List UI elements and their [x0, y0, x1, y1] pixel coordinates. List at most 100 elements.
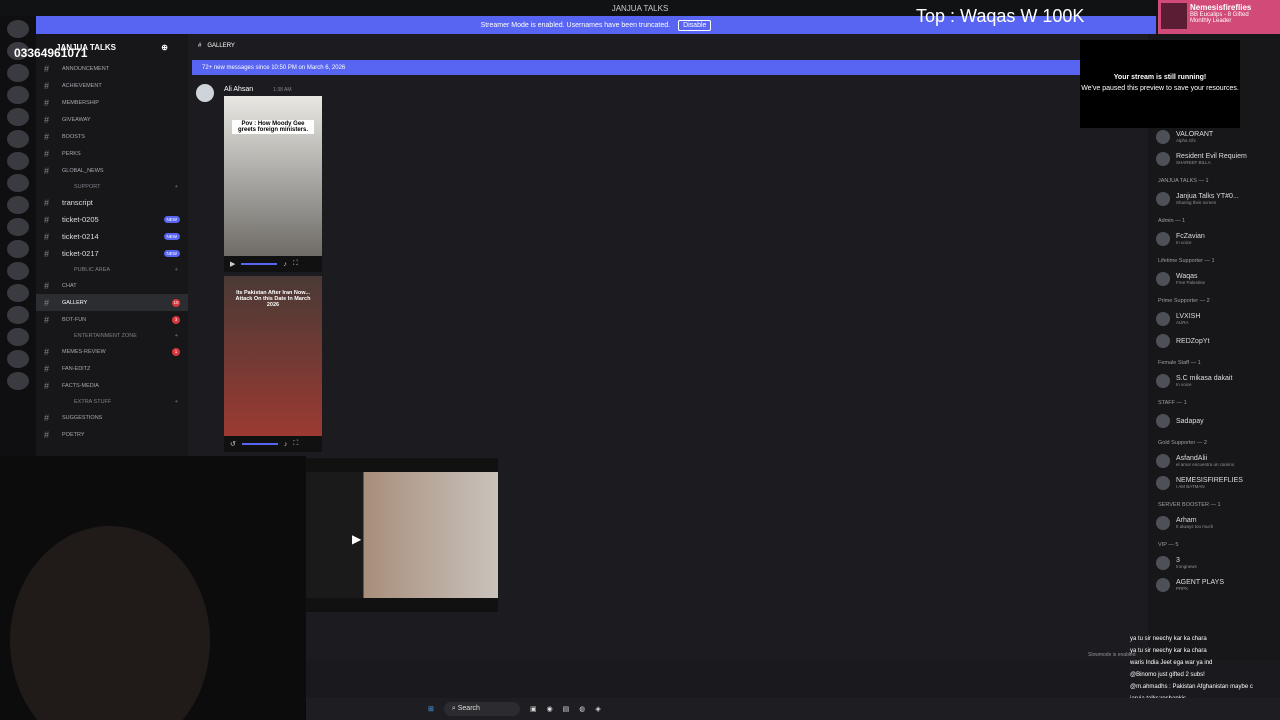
replay-icon[interactable]: ↺ [230, 440, 236, 448]
channel-item[interactable]: # transcript [36, 194, 188, 211]
video-controls[interactable]: ▶ ♪ ⛶ [224, 256, 322, 272]
server-icon[interactable] [7, 350, 29, 368]
member-item[interactable]: Resident Evil Requiem SHAREEF BILLA [1148, 148, 1280, 170]
taskbar-app-icon[interactable]: ◉ [547, 705, 553, 713]
member-item[interactable]: Arham It always too much [1148, 512, 1280, 534]
channel-item[interactable]: # BOOSTS [36, 128, 188, 145]
hash-icon: # [44, 412, 50, 423]
channel-item[interactable]: # GALLERY 10 [36, 294, 188, 311]
hash-icon: # [44, 214, 50, 225]
member-item[interactable]: Waqas Free Palestine [1148, 268, 1280, 290]
server-icon[interactable] [7, 86, 29, 104]
server-icon[interactable] [7, 306, 29, 324]
taskbar-app-icon[interactable]: ◈ [595, 705, 600, 713]
member-name: Janjua Talks YT#0... [1176, 193, 1239, 200]
server-icon[interactable] [7, 130, 29, 148]
fullscreen-icon[interactable]: ⛶ [293, 440, 298, 448]
video-attachment[interactable]: Its Pakistan After Iran Now... Attack On… [224, 276, 322, 452]
channel-item[interactable]: # BOT-FUN 3 [36, 311, 188, 328]
hash-icon: # [44, 80, 50, 91]
channel-label: ticket-0217 [62, 249, 99, 258]
taskbar-app-icon[interactable]: ◍ [579, 705, 585, 713]
video-attachment[interactable]: ▶ [306, 458, 498, 612]
server-icon[interactable] [7, 64, 29, 82]
add-member-icon[interactable]: ⊕ [161, 43, 168, 52]
avatar[interactable] [196, 84, 214, 102]
member-item[interactable]: LVXISH AURA [1148, 308, 1280, 330]
channel-item[interactable]: # ticket-0214 NEW [36, 228, 188, 245]
member-item[interactable]: Janjua Talks YT#0... Sharing their screen [1148, 188, 1280, 210]
volume-icon[interactable]: ♪ [283, 261, 287, 268]
channel-item[interactable]: # MEMES-REVIEW 1 [36, 343, 188, 360]
server-icon[interactable] [7, 20, 29, 38]
add-channel-icon[interactable]: + [175, 333, 178, 339]
channel-item[interactable]: # FAN-EDITZ [36, 360, 188, 377]
channel-item[interactable]: # ticket-0217 NEW [36, 245, 188, 262]
channel-item[interactable]: # CHAT [36, 277, 188, 294]
taskbar-search[interactable]: ⌕ Search [443, 702, 520, 716]
server-icon[interactable] [7, 218, 29, 236]
server-icon[interactable] [7, 284, 29, 302]
member-item[interactable]: S.C mikasa dakait In voice [1148, 370, 1280, 392]
stream-chat-line: waris India Jeet ega war ya ind [1130, 660, 1213, 666]
channel-item[interactable]: # ACHIEVEMENT [36, 77, 188, 94]
seek-bar[interactable] [241, 263, 278, 265]
play-icon[interactable]: ▶ [230, 260, 235, 268]
server-icon[interactable] [7, 372, 29, 390]
alert-name: Nemesisfireflies [1190, 3, 1252, 12]
member-item[interactable]: AsfandAlii el amor encuentra un camino [1148, 450, 1280, 472]
member-item[interactable]: 3 Irongnews [1148, 552, 1280, 574]
channel-item[interactable]: # GLOBAL_NEWS [36, 162, 188, 179]
mention-badge: 10 [172, 298, 180, 307]
channel-item[interactable]: # GIVEAWAY [36, 111, 188, 128]
hash-icon: # [44, 280, 50, 291]
channel-category[interactable]: SUPPORT + [36, 179, 188, 194]
channel-label: BOT-FUN [62, 316, 87, 323]
fullscreen-icon[interactable]: ⛶ [293, 260, 298, 268]
hash-icon: # [198, 43, 202, 49]
channel-item[interactable]: # PERKS [36, 145, 188, 162]
channel-item[interactable]: # MEMBERSHIP [36, 94, 188, 111]
member-item[interactable]: Sadapay [1148, 410, 1280, 432]
video-controls[interactable]: ↺ ♪ ⛶ [224, 436, 322, 452]
windows-start-icon[interactable]: ⊞ [428, 705, 434, 713]
add-channel-icon[interactable]: + [175, 399, 178, 405]
server-icon[interactable] [7, 152, 29, 170]
seek-bar[interactable] [241, 443, 278, 445]
taskbar-app-icon[interactable]: ▣ [530, 705, 537, 713]
channel-item[interactable]: # ANNOUNCEMENT [36, 60, 188, 77]
author-name[interactable]: Ali Ahsan [224, 86, 253, 93]
server-icon[interactable] [7, 108, 29, 126]
hash-icon: # [44, 165, 50, 176]
channel-item[interactable]: # SUGGESTIONS [36, 409, 188, 426]
disable-button[interactable]: Disable [678, 19, 712, 31]
add-channel-icon[interactable]: + [175, 267, 178, 273]
category-label: ENTERTAINMENT ZONE [74, 333, 137, 339]
member-item[interactable]: FcZavian In voice [1148, 228, 1280, 250]
server-icon[interactable] [7, 174, 29, 192]
channel-category[interactable]: ENTERTAINMENT ZONE + [36, 328, 188, 343]
channel-category[interactable]: EXTRA STUFF + [36, 394, 188, 409]
member-item[interactable]: REDZopYt [1148, 330, 1280, 352]
member-item[interactable]: VALORANT Alpha Gfx [1148, 126, 1280, 148]
volume-icon[interactable]: ♪ [284, 441, 288, 448]
new-messages-bar[interactable]: 72+ new messages since 10:50 PM on March… [192, 60, 1088, 75]
channel-category[interactable]: PUBLIC AREA + [36, 262, 188, 277]
member-item[interactable]: NEMESISFIREFLIES I AM BATMAN [1148, 472, 1280, 494]
channel-item[interactable]: # FACTS-MEDIA [36, 377, 188, 394]
channel-item[interactable]: # POETRY [36, 426, 188, 443]
server-icon[interactable] [7, 262, 29, 280]
server-icon[interactable] [7, 328, 29, 346]
server-icon[interactable] [7, 240, 29, 258]
play-icon[interactable]: ▶ [352, 532, 361, 546]
channel-item[interactable]: # ticket-0205 NEW [36, 211, 188, 228]
channel-label: ANNOUNCEMENT [62, 65, 110, 72]
video-attachment[interactable]: Pov : How Moody Gee greets foreign minis… [224, 96, 322, 272]
member-group-header: Gold Supporter — 2 [1158, 440, 1207, 446]
member-name: S.C mikasa dakait [1176, 375, 1233, 382]
add-channel-icon[interactable]: + [175, 184, 178, 190]
folder-icon[interactable]: ▤ [563, 705, 570, 713]
server-icon[interactable] [7, 196, 29, 214]
member-item[interactable]: AGENT PLAYS PRPK [1148, 574, 1280, 596]
member-name: LVXISH [1176, 313, 1201, 320]
